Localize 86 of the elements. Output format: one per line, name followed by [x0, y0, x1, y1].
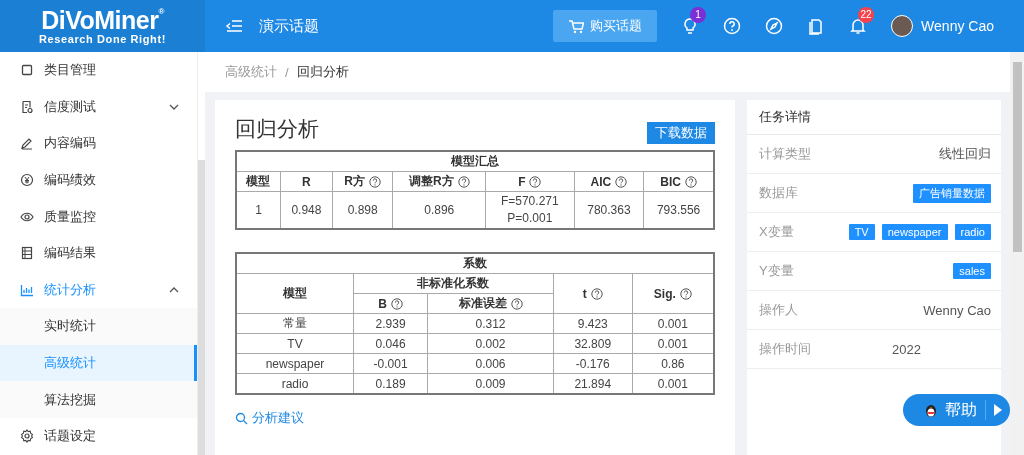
menu-label: 内容编码	[44, 134, 97, 153]
registered-mark: ®	[158, 7, 164, 16]
column-header: F	[518, 174, 526, 189]
column-header: B	[378, 296, 387, 311]
column-header: R	[280, 171, 333, 192]
field-label: Y变量	[759, 262, 794, 280]
table-cell: 常量	[236, 313, 354, 334]
logo-text: DiVoMiner	[41, 7, 159, 33]
user-name: Wenny Cao	[921, 18, 994, 34]
compass-icon[interactable]	[765, 17, 784, 35]
table-title: 系数	[236, 253, 714, 274]
field-value: Wenny Cao	[923, 302, 991, 318]
field-value: 线性回归	[939, 145, 991, 163]
search-icon	[235, 411, 248, 425]
submenu-item[interactable]: 算法挖掘	[0, 381, 197, 418]
column-header: 模型	[236, 171, 281, 192]
menu-label: 话题设定	[44, 427, 97, 446]
table-cell: -0.001	[353, 353, 428, 374]
page-title: 回归分析	[235, 116, 319, 142]
bell-icon[interactable]	[849, 17, 868, 35]
column-header: Sig.	[653, 286, 676, 301]
field-label: X变量	[759, 223, 794, 241]
menu-item[interactable]: 编码结果	[0, 234, 197, 272]
variable-tag: 广告销量数据	[913, 183, 991, 203]
menu-item[interactable]: 话题设定	[0, 417, 197, 455]
count-badge: 1	[690, 7, 707, 23]
table-cell: TV	[236, 333, 354, 354]
table-cell: 9.423	[553, 313, 633, 334]
table-cell: 0.006	[427, 353, 554, 374]
menu-label: 质量监控	[44, 207, 97, 226]
column-header: 调整R方	[408, 173, 454, 190]
document-icon	[20, 246, 34, 261]
breadcrumb-separator: /	[285, 64, 289, 80]
menu-item[interactable]: 质量监控	[0, 198, 197, 235]
menu-label: 编码绩效	[44, 171, 97, 190]
field-label: 计算类型	[759, 145, 811, 163]
table-cell: 0.002	[427, 333, 554, 354]
table-cell: 0.046	[353, 333, 428, 354]
menu-label: 类目管理	[44, 61, 97, 80]
menu-icon[interactable]	[225, 18, 243, 34]
table-cell: 32.809	[553, 333, 633, 354]
help-icon[interactable]	[723, 17, 742, 35]
table-cell: -0.176	[553, 353, 633, 374]
menu-item[interactable]: 编码绩效	[0, 161, 197, 199]
column-header: 模型	[236, 273, 354, 314]
field-label: 操作人	[759, 301, 798, 319]
variable-tag: radio	[954, 224, 991, 240]
topic-title: 演示话题	[259, 16, 319, 36]
column-header: AIC	[590, 174, 612, 189]
menu-group[interactable]: 信度测试	[0, 88, 197, 126]
column-header: R方	[344, 173, 365, 190]
field-label: 数据库	[759, 184, 798, 202]
pen-icon	[20, 136, 34, 151]
variable-tag: sales	[953, 263, 991, 279]
avatar	[891, 15, 914, 37]
gear-icon	[20, 429, 34, 444]
table-cell: 0.312	[427, 313, 554, 334]
column-header: 非标准化系数	[353, 273, 554, 294]
document-icon	[20, 99, 34, 114]
panel-title: 任务详情	[747, 100, 1001, 135]
column-header: t	[582, 286, 587, 301]
column-header: 标准误差	[458, 295, 507, 312]
play-icon	[994, 404, 1002, 416]
count-badge: 22	[858, 7, 875, 23]
menu-item[interactable]: 类目管理	[0, 52, 197, 89]
table-cell: newspaper	[236, 353, 354, 374]
field-value: 2022	[892, 341, 921, 357]
submenu-item[interactable]: 实时统计	[0, 308, 197, 345]
download-button[interactable]: 下载数据	[647, 122, 715, 144]
penguin-icon	[925, 403, 937, 417]
help-button[interactable]: 帮助	[903, 394, 1010, 426]
menu-item[interactable]: 内容编码	[0, 125, 197, 162]
menu-label: 信度测试	[44, 97, 97, 116]
menu-label: 编码结果	[44, 244, 97, 263]
field-label: 操作时间	[759, 340, 811, 358]
logo-tagline: Research Done Right!	[39, 33, 166, 45]
variable-tag: TV	[848, 224, 875, 240]
cart-icon	[568, 18, 585, 34]
variable-tag: newspaper	[881, 224, 948, 240]
table-cell: 2.939	[353, 313, 428, 334]
bar-chart-icon	[20, 282, 34, 297]
analysis-advice-link[interactable]: 分析建议	[252, 409, 304, 427]
column-header: BIC	[660, 174, 681, 189]
square-icon	[20, 63, 34, 78]
menu-label: 统计分析	[44, 280, 97, 299]
yen-icon	[20, 173, 34, 188]
